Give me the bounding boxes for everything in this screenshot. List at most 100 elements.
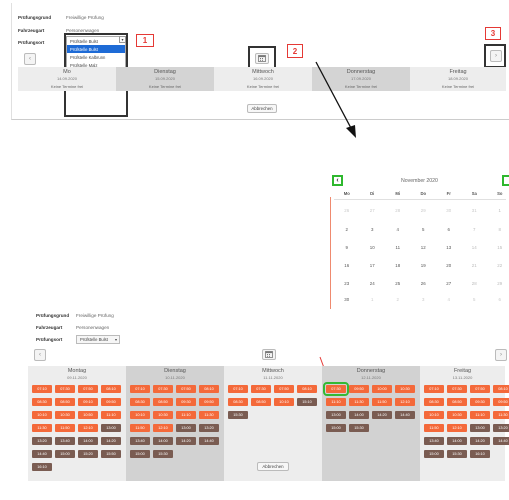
time-slot-button[interactable]: 13:40 xyxy=(130,437,150,445)
time-slot-button[interactable]: 07:30 xyxy=(153,385,173,393)
time-slot-button[interactable]: 11:30 xyxy=(32,424,52,432)
time-slot-button[interactable]: 08:30 xyxy=(32,398,52,406)
time-slot-button[interactable]: 10:10 xyxy=(274,398,294,406)
time-slot-button[interactable]: 10:10 xyxy=(32,411,52,419)
time-slot-button[interactable]: 11:50 xyxy=(130,424,150,432)
time-slot-button[interactable]: 09:30 xyxy=(176,398,196,406)
time-slot-button[interactable]: 14:00 xyxy=(78,437,98,445)
time-slot-button[interactable]: 13:40 xyxy=(424,437,444,445)
prev-week-button-bottom[interactable]: ‹ xyxy=(34,349,46,361)
time-slot-button[interactable]: 10:30 xyxy=(395,385,415,393)
time-slot-button[interactable]: 09:50 xyxy=(349,385,369,393)
time-slot-button[interactable]: 16:10 xyxy=(32,463,52,471)
calendar-button[interactable] xyxy=(255,53,269,64)
time-slot-button[interactable]: 13:20 xyxy=(493,424,509,432)
next-week-button-bottom[interactable]: › xyxy=(495,349,507,361)
time-slot-button[interactable]: 14:20 xyxy=(101,437,121,445)
time-slot-button[interactable]: 15:00 xyxy=(130,450,150,458)
time-slot-button[interactable]: 12:10 xyxy=(395,398,415,406)
time-slot-button[interactable]: 10:10 xyxy=(130,411,150,419)
time-slot-button[interactable]: 10:50 xyxy=(78,411,98,419)
time-slot-button[interactable]: 07:10 xyxy=(424,385,444,393)
time-slot-button[interactable]: 14:20 xyxy=(372,411,392,419)
time-slot-button[interactable]: 07:30 xyxy=(447,385,467,393)
time-slot-button[interactable]: 11:30 xyxy=(493,411,509,419)
time-slot-button[interactable]: 11:10 xyxy=(101,411,121,419)
chevron-down-icon[interactable]: ▾ xyxy=(119,36,126,43)
dropdown-option[interactable]: Prüfstelle Kalbrunn xyxy=(67,53,125,61)
time-slot-button[interactable]: 07:10 xyxy=(228,385,248,393)
time-slot-button[interactable]: 11:10 xyxy=(176,411,196,419)
time-slot-button[interactable]: 10:30 xyxy=(153,411,173,419)
time-slot-button[interactable]: 15:50 xyxy=(101,450,121,458)
time-slot-button[interactable]: 15:30 xyxy=(349,424,369,432)
time-slot-button[interactable]: 11:10 xyxy=(470,411,490,419)
cancel-button-top[interactable]: Abbrechen xyxy=(247,104,277,113)
time-slot-button[interactable]: 13:00 xyxy=(101,424,121,432)
time-slot-button[interactable]: 14:00 xyxy=(153,437,173,445)
time-slot-button[interactable]: 15:30 xyxy=(153,450,173,458)
cancel-button-bottom[interactable]: Abbrechen xyxy=(257,462,289,471)
time-slot-button[interactable]: 08:50 xyxy=(447,398,467,406)
dropdown-option[interactable]: Prüfstelle Bulst xyxy=(67,45,125,53)
pruefungsort-select[interactable]: Prüfstelle Bulst ▾ xyxy=(76,335,120,344)
time-slot-button[interactable]: 08:10 xyxy=(493,385,509,393)
time-slot-button[interactable]: 13:00 xyxy=(470,424,490,432)
time-slot-button[interactable]: 14:40 xyxy=(493,437,509,445)
time-slot-button[interactable]: 08:10 xyxy=(199,385,219,393)
time-slot-button[interactable]: 08:10 xyxy=(101,385,121,393)
time-slot-button[interactable]: 09:10 xyxy=(78,398,98,406)
time-slot-button[interactable]: 07:10 xyxy=(130,385,150,393)
time-slot-button[interactable]: 09:50 xyxy=(493,398,509,406)
time-slot-button[interactable]: 12:10 xyxy=(78,424,98,432)
time-slot-button[interactable]: 14:40 xyxy=(32,450,52,458)
time-slot-button[interactable]: 15:00 xyxy=(55,450,75,458)
time-slot-button[interactable]: 10:30 xyxy=(55,411,75,419)
time-slot-button[interactable]: 14:20 xyxy=(470,437,490,445)
time-slot-button[interactable]: 15:20 xyxy=(78,450,98,458)
time-slot-button[interactable]: 11:30 xyxy=(349,398,369,406)
time-slot-button[interactable]: 16:10 xyxy=(470,450,490,458)
time-slot-button[interactable]: 07:50 xyxy=(78,385,98,393)
dropdown-current[interactable]: Prüfstelle Bulst xyxy=(67,37,125,45)
time-slot-button[interactable]: 12:10 xyxy=(153,424,173,432)
time-slot-button[interactable]: 14:00 xyxy=(349,411,369,419)
time-slot-button[interactable]: 14:40 xyxy=(395,411,415,419)
time-slot-button[interactable]: 13:20 xyxy=(199,424,219,432)
time-slot-button[interactable]: 11:10 xyxy=(326,398,346,406)
time-slot-button[interactable]: 07:50 xyxy=(274,385,294,393)
time-slot-button[interactable]: 08:10 xyxy=(297,385,317,393)
time-slot-button[interactable]: 07:50 xyxy=(470,385,490,393)
prev-week-button[interactable]: ‹ xyxy=(24,53,36,65)
time-slot-button[interactable]: 08:50 xyxy=(251,398,271,406)
time-slot-button[interactable]: 13:20 xyxy=(32,437,52,445)
time-slot-button[interactable]: 11:50 xyxy=(372,398,392,406)
time-slot-button[interactable]: 08:30 xyxy=(130,398,150,406)
time-slot-button[interactable]: 09:50 xyxy=(101,398,121,406)
calendar-button-bottom[interactable] xyxy=(262,349,276,360)
picker-next-button[interactable] xyxy=(502,175,509,186)
time-slot-button[interactable]: 08:30 xyxy=(228,398,248,406)
time-slot-button[interactable]: 11:50 xyxy=(424,424,444,432)
time-slot-button[interactable]: 15:00 xyxy=(326,424,346,432)
time-slot-button[interactable]: 13:00 xyxy=(326,411,346,419)
time-slot-button[interactable]: 13:00 xyxy=(176,424,196,432)
time-slot-button[interactable]: 08:50 xyxy=(153,398,173,406)
time-slot-button[interactable]: 13:40 xyxy=(55,437,75,445)
time-slot-button[interactable]: 11:30 xyxy=(199,411,219,419)
time-slot-button[interactable]: 14:20 xyxy=(176,437,196,445)
time-slot-button[interactable]: 08:30 xyxy=(424,398,444,406)
time-slot-button[interactable]: 10:00 xyxy=(372,385,392,393)
time-slot-button[interactable]: 14:40 xyxy=(199,437,219,445)
time-slot-button[interactable]: 15:30 xyxy=(447,450,467,458)
time-slot-button[interactable]: 09:50 xyxy=(199,398,219,406)
time-slot-button[interactable]: 07:30 xyxy=(251,385,271,393)
time-slot-button[interactable]: 07:10 xyxy=(32,385,52,393)
next-week-button[interactable]: › xyxy=(490,50,502,62)
time-slot-button[interactable]: 10:10 xyxy=(424,411,444,419)
time-slot-button[interactable]: 11:50 xyxy=(55,424,75,432)
time-slot-button[interactable]: 15:00 xyxy=(424,450,444,458)
time-slot-button[interactable]: 07:30 xyxy=(323,382,349,396)
time-slot-button[interactable]: 15:30 xyxy=(228,411,248,419)
time-slot-button[interactable]: 07:50 xyxy=(176,385,196,393)
